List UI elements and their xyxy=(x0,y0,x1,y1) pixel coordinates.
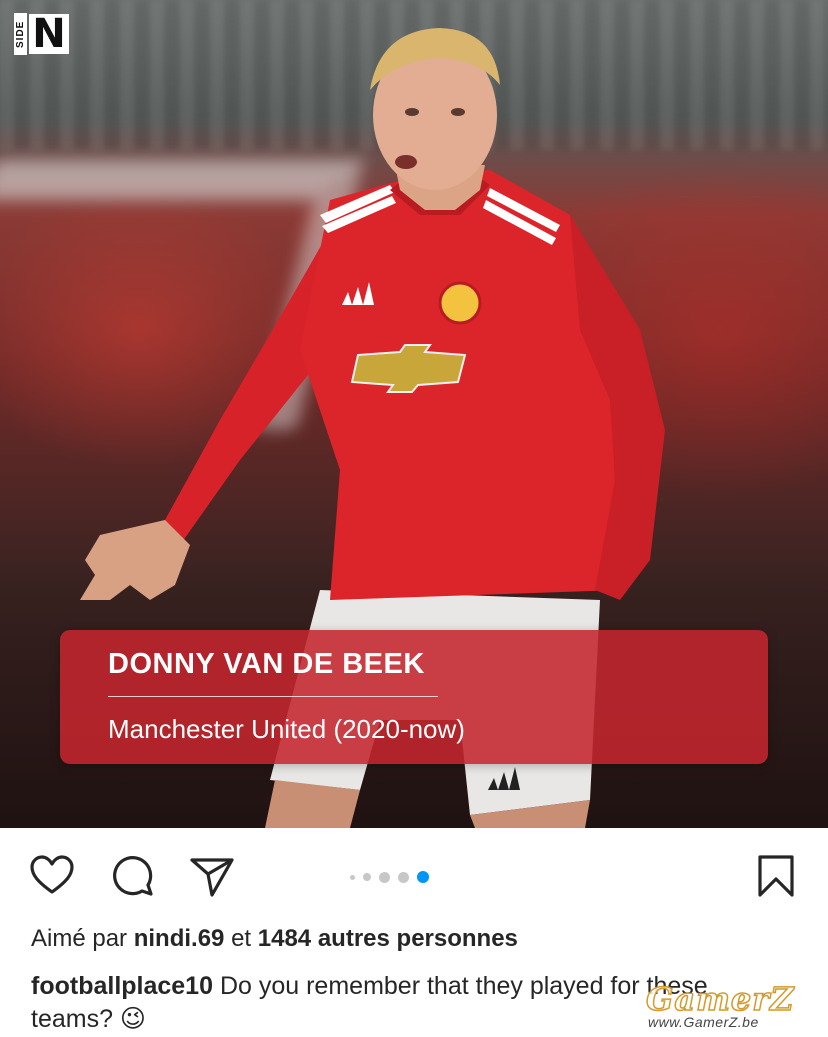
carousel-dot xyxy=(398,871,409,883)
post-image[interactable]: SIDE N DONNY VAN DE BEEK Manchester Unit… xyxy=(0,0,828,828)
carousel-dot-active xyxy=(417,871,429,883)
caption-username[interactable]: footballplace10 xyxy=(31,972,213,1000)
liker-username[interactable]: nindi.69 xyxy=(134,925,225,952)
likes-count-link[interactable]: 1484 autres personnes xyxy=(258,925,518,952)
player-team: Manchester United (2020-now) xyxy=(108,714,465,744)
likes-middle: et xyxy=(231,925,252,952)
card-divider xyxy=(108,696,438,697)
watermark-url: www.GamerZ.be xyxy=(648,1014,759,1030)
player-info-card: DONNY VAN DE BEEK Manchester United (202… xyxy=(60,630,768,764)
logo-side-text: SIDE xyxy=(14,13,27,55)
logo-n-letter: N xyxy=(29,14,69,54)
likes-line: Aimé par nindi.69 et 1484 autres personn… xyxy=(31,925,518,953)
heart-icon[interactable] xyxy=(28,852,76,900)
gamerz-watermark: GamerZ www.GamerZ.be xyxy=(640,979,820,1032)
carousel-dot xyxy=(363,873,371,881)
carousel-dot xyxy=(350,874,355,880)
watermark-main: GamerZ xyxy=(645,979,795,1019)
carousel-indicator xyxy=(350,871,450,883)
post-actions-bar xyxy=(0,828,828,924)
likes-prefix: Aimé par xyxy=(31,925,128,952)
comment-icon[interactable] xyxy=(108,852,156,900)
send-icon[interactable] xyxy=(188,852,236,900)
carousel-dot xyxy=(379,871,390,883)
player-name: DONNY VAN DE BEEK xyxy=(108,648,425,680)
side-n-logo: SIDE N xyxy=(14,12,70,56)
bookmark-icon[interactable] xyxy=(752,852,800,900)
